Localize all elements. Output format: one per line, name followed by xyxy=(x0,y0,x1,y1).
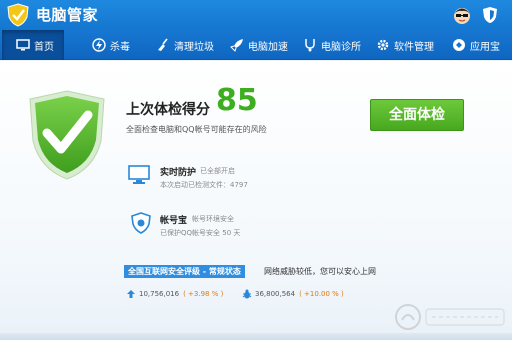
monitor-icon xyxy=(16,39,30,51)
app-title: 电脑管家 xyxy=(36,6,99,24)
tab-label: 软件管理 xyxy=(394,41,434,53)
realtime-protection-status: 已全部开启 xyxy=(200,167,235,175)
gear-icon xyxy=(377,39,389,51)
tab-software-manager[interactable]: 软件管理 xyxy=(376,30,434,60)
account-protection-title[interactable]: 帐号宝 xyxy=(160,213,187,226)
stat-change: ( +10.00 % ) xyxy=(299,290,344,298)
tab-pc-clinic[interactable]: 电脑诊所 xyxy=(303,30,361,60)
status-footer xyxy=(0,333,512,340)
tab-clean-junk[interactable]: 清理垃圾 xyxy=(156,30,214,60)
account-protection-status: 帐号环境安全 xyxy=(192,215,234,223)
stat-value: 10,756,016 xyxy=(139,290,180,298)
stat-protected: 10,756,016 ( +3.98 % ) xyxy=(126,289,223,299)
monitor-icon xyxy=(128,165,150,184)
app-store-icon xyxy=(453,39,465,51)
stat-threats: 36,800,564 ( +10.00 % ) xyxy=(242,289,344,299)
realtime-protection-title[interactable]: 实时防护 xyxy=(160,165,196,178)
rocket-icon xyxy=(230,39,243,52)
safety-rating-badge: 全国互联网安全评级 - 常规状态 xyxy=(124,265,245,278)
account-shield-icon xyxy=(131,212,151,234)
stat-change: ( +3.98 % ) xyxy=(183,290,224,298)
broom-icon xyxy=(158,38,168,51)
tab-label: 杀毒 xyxy=(110,41,130,53)
tab-home[interactable]: 首页 xyxy=(2,30,64,60)
tab-label: 电脑诊所 xyxy=(321,41,361,53)
safety-rating-text: 网络威胁较低，您可以安心上网 xyxy=(264,267,376,276)
last-checkup-label: 上次体检得分 xyxy=(126,102,210,118)
qq-shield-icon xyxy=(7,3,29,27)
home-panel: 上次体检得分 85 全面检查电脑和QQ帐号可能存在的风险 全面体检 实时防护 已… xyxy=(0,61,512,340)
realtime-protection-detail: 本次启动已检测文件：4797 xyxy=(160,181,248,189)
tab-label: 电脑加速 xyxy=(248,41,288,53)
full-checkup-button[interactable]: 全面体检 xyxy=(370,99,464,131)
arrow-up-icon xyxy=(127,290,135,298)
tab-speed-up[interactable]: 电脑加速 xyxy=(230,30,288,60)
stethoscope-icon xyxy=(305,39,315,52)
title-bar: 电脑管家 xyxy=(0,0,512,30)
tab-label: 应用宝 xyxy=(470,41,500,53)
bug-icon xyxy=(242,289,252,299)
stat-value: 36,800,564 xyxy=(255,290,296,298)
shield-icon[interactable] xyxy=(482,6,498,24)
tab-label: 清理垃圾 xyxy=(174,41,214,53)
green-shield-check-icon xyxy=(29,90,105,180)
main-nav: 首页 杀毒 清理垃圾 电脑加速 电脑诊所 软件管理 应用宝 xyxy=(0,30,512,60)
checkup-score: 85 xyxy=(216,83,258,118)
lightning-icon xyxy=(92,38,106,52)
watermark-logo xyxy=(395,304,505,330)
checkup-description: 全面检查电脑和QQ帐号可能存在的风险 xyxy=(126,125,267,134)
tab-label: 首页 xyxy=(34,41,54,53)
account-protection-detail: 已保护QQ帐号安全 50 天 xyxy=(160,229,241,237)
avatar-icon[interactable] xyxy=(452,5,472,25)
tab-app-store[interactable]: 应用宝 xyxy=(452,30,500,60)
tab-antivirus[interactable]: 杀毒 xyxy=(92,30,130,60)
